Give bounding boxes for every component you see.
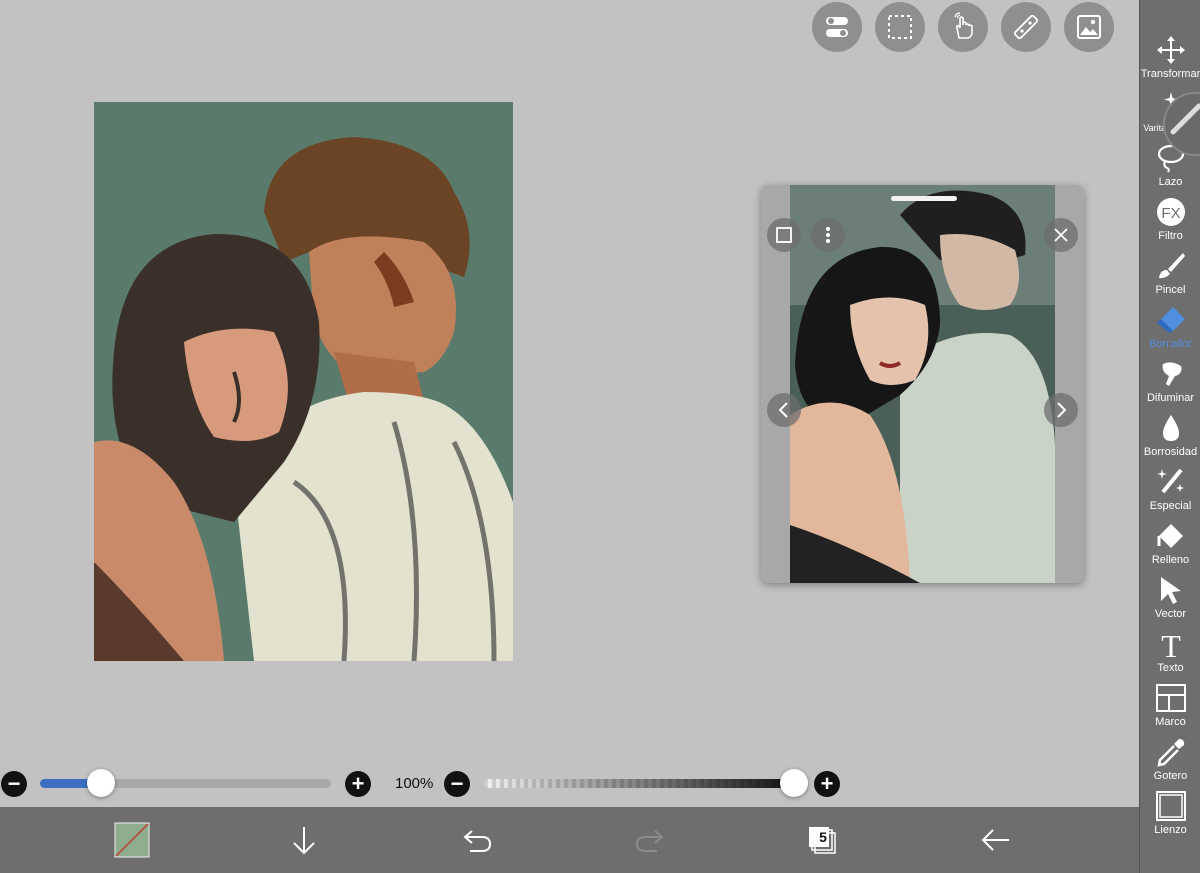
fx-icon: FX (1156, 198, 1185, 226)
reference-window[interactable] (761, 185, 1084, 583)
touch-button[interactable] (938, 2, 988, 52)
undo-button[interactable] (457, 820, 497, 860)
size-decrease-button[interactable]: − (1, 771, 27, 797)
ref-menu-button[interactable] (811, 218, 845, 252)
tool-label: Marco (1155, 716, 1186, 728)
tool-label: Texto (1157, 662, 1184, 674)
download-button[interactable] (284, 820, 324, 860)
arrow-left-icon (981, 829, 1009, 851)
brush-size-knob[interactable] (87, 769, 116, 797)
layer-count: 5 (819, 829, 827, 845)
image-button[interactable] (1064, 2, 1114, 52)
opacity-increase-button[interactable]: + (814, 771, 840, 797)
svg-text:T: T (1161, 628, 1181, 660)
arrow-down-icon (293, 827, 315, 855)
frame-icon (1155, 684, 1186, 712)
brush-icon (1158, 253, 1185, 279)
ref-next-button[interactable] (1044, 393, 1078, 427)
brush-stroke-icon (1170, 103, 1200, 135)
svg-text:FX: FX (1161, 205, 1180, 222)
layers-button[interactable]: 5 (802, 820, 842, 860)
toggle-panels-button[interactable] (812, 2, 862, 52)
tool-label: Lazo (1158, 176, 1183, 188)
selection-icon (888, 15, 912, 39)
bottom-toolbar: 5 (0, 807, 1139, 873)
tool-label: Especial (1149, 500, 1192, 512)
sparkle-icon (1156, 468, 1184, 494)
tool-label: Gotero (1153, 770, 1188, 782)
brush-preview[interactable] (1163, 92, 1200, 156)
cursor-icon (1160, 577, 1181, 604)
redo-icon (635, 830, 664, 852)
tool-eyedropper[interactable]: Gotero (1140, 732, 1200, 786)
tool-eraser[interactable]: Borrador (1140, 300, 1200, 354)
size-increase-button[interactable]: + (345, 771, 371, 797)
tool-fill[interactable]: Relleno (1140, 516, 1200, 570)
tool-label: Relleno (1151, 554, 1190, 566)
tool-vector[interactable]: Vector (1140, 570, 1200, 624)
blur-drop-icon (1162, 415, 1179, 441)
tool-smudge[interactable]: Difuminar (1140, 354, 1200, 408)
drag-handle[interactable] (891, 196, 957, 201)
square-icon (776, 227, 792, 243)
drawing-canvas[interactable] (94, 102, 513, 661)
tool-label: Borrosidad (1143, 446, 1198, 458)
close-icon (1054, 228, 1068, 242)
chevron-right-icon (1057, 402, 1067, 418)
opacity-slider[interactable] (484, 779, 794, 788)
ref-close-button[interactable] (1044, 218, 1078, 252)
hand-icon (954, 12, 973, 39)
artwork-painting (94, 102, 513, 661)
more-vertical-icon (826, 227, 830, 243)
ruler-button[interactable] (1001, 2, 1051, 52)
tool-label: Difuminar (1146, 392, 1195, 404)
fill-icon (1157, 524, 1183, 548)
eyedropper-icon (1156, 739, 1184, 767)
color-swatch-button[interactable] (112, 820, 152, 860)
ruler-icon (1013, 14, 1039, 40)
brush-size-slider[interactable] (40, 779, 331, 788)
tool-label: Borrador (1149, 338, 1192, 350)
tool-label: Vector (1154, 608, 1187, 620)
tool-special[interactable]: Especial (1140, 462, 1200, 516)
color-swatch-icon (114, 822, 150, 858)
text-icon: T (1161, 628, 1181, 660)
tool-frame[interactable]: Marco (1140, 678, 1200, 732)
ref-prev-button[interactable] (767, 393, 801, 427)
chevron-left-icon (778, 402, 788, 418)
tool-brush[interactable]: Pincel (1140, 246, 1200, 300)
redo-button[interactable] (630, 820, 670, 860)
ref-fit-button[interactable] (767, 218, 801, 252)
eraser-icon (1156, 307, 1185, 333)
opacity-value: 100% (395, 775, 434, 792)
back-button[interactable] (976, 820, 1016, 860)
selection-button[interactable] (875, 2, 925, 52)
tool-label: Filtro (1158, 230, 1183, 242)
tool-transform[interactable]: Transformar (1140, 30, 1200, 84)
tool-label: Pincel (1155, 284, 1186, 296)
tool-label: Lienzo (1154, 824, 1187, 836)
opacity-knob[interactable] (780, 769, 808, 797)
smudge-icon (1162, 362, 1181, 386)
tool-blur[interactable]: Borrosidad (1140, 408, 1200, 462)
tool-canvas[interactable]: Lienzo (1140, 786, 1200, 840)
tool-text[interactable]: T Texto (1140, 624, 1200, 678)
move-icon (1156, 36, 1185, 64)
toggle-icon (826, 17, 848, 37)
undo-icon (463, 830, 492, 852)
tool-label: Transformar (1140, 68, 1200, 80)
tool-filter[interactable]: FX Filtro (1140, 192, 1200, 246)
opacity-decrease-button[interactable]: − (444, 771, 470, 797)
image-icon (1077, 15, 1101, 39)
canvas-icon (1155, 791, 1186, 821)
